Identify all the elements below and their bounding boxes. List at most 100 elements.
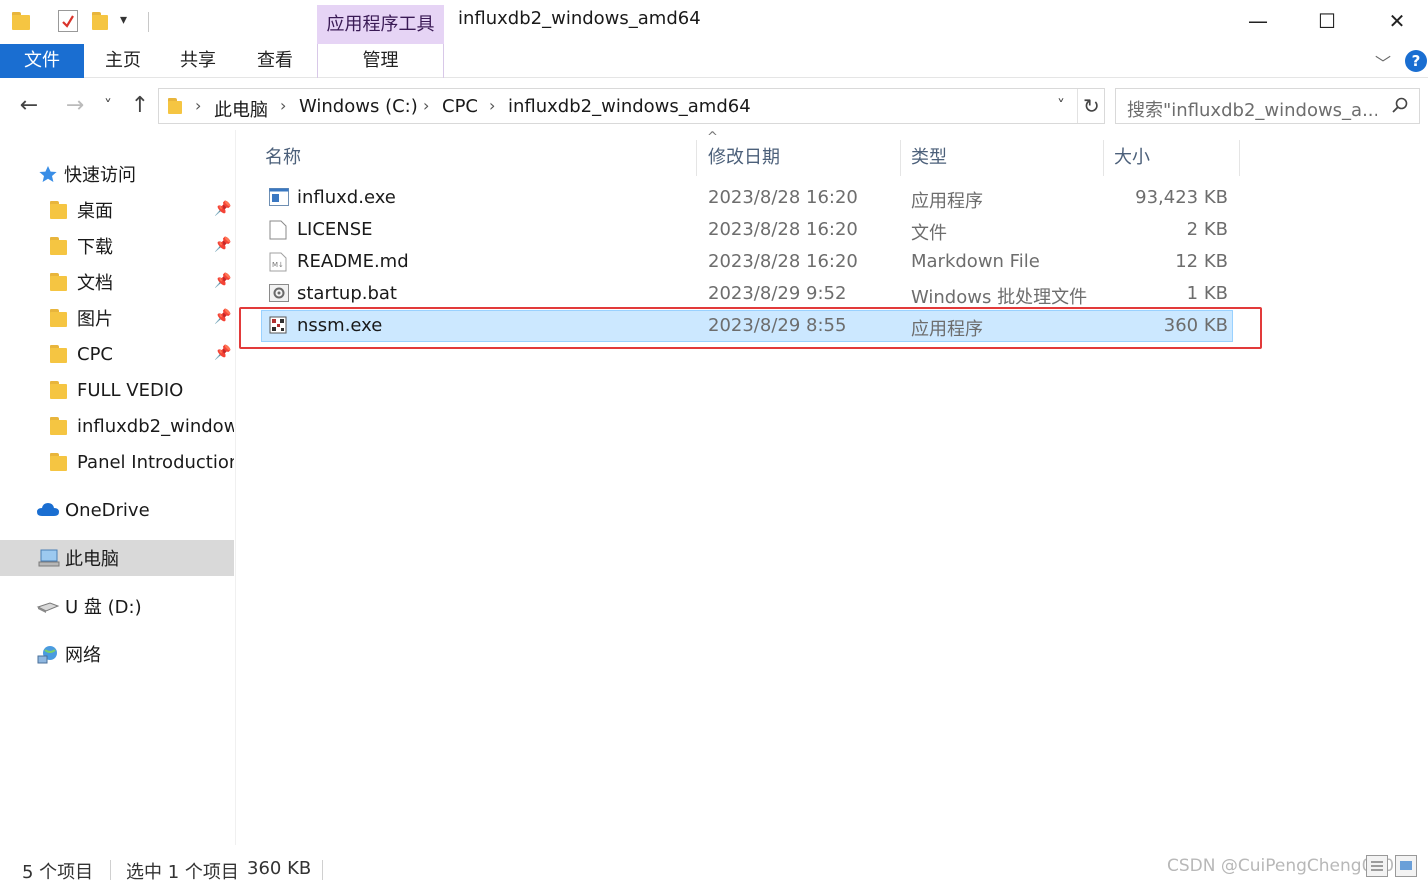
- forward-button[interactable]: →: [60, 90, 90, 120]
- sidebar-item-panel-introduction[interactable]: Panel Introduction: [0, 444, 234, 480]
- file-date: 2023/8/28 16:20: [708, 219, 858, 240]
- tab-file[interactable]: 文件: [0, 44, 84, 78]
- file-type: 应用程序: [911, 191, 983, 212]
- sidebar-item-label: Panel Introduction: [77, 451, 234, 473]
- sidebar-item-network[interactable]: 网络: [0, 636, 234, 672]
- sidebar-item-onedrive[interactable]: OneDrive: [0, 492, 234, 528]
- search-box[interactable]: 搜索"influxdb2_windows_a...: [1115, 88, 1420, 124]
- star-icon: [38, 165, 58, 183]
- network-icon: [36, 645, 60, 664]
- sidebar-item-usb-drive[interactable]: U 盘 (D:): [0, 588, 234, 624]
- sidebar-item-label: 此电脑: [65, 549, 119, 570]
- sidebar-item-documents[interactable]: 文档 📌: [0, 264, 234, 300]
- sidebar-item-label: 下载: [77, 237, 113, 258]
- column-header-type[interactable]: 类型: [901, 140, 1104, 176]
- recent-locations-button[interactable]: ˅: [98, 90, 118, 120]
- column-header-size[interactable]: 大小: [1104, 140, 1240, 176]
- sidebar-item-label: U 盘 (D:): [65, 597, 142, 618]
- sidebar-item-downloads[interactable]: 下载 📌: [0, 228, 234, 264]
- selected-count: 选中 1 个项目: [126, 862, 239, 883]
- breadcrumb-separator[interactable]: ›: [489, 96, 495, 115]
- file-size: 2 KB: [1186, 219, 1228, 240]
- file-row[interactable]: LICENSE 2023/8/28 16:20 文件 2 KB: [261, 214, 1233, 246]
- sidebar-item-label: 文档: [77, 273, 113, 294]
- navigation-pane: 快速访问 桌面 📌 下载 📌 文档 📌 图片 📌 CPC 📌 FULL VEDI…: [0, 130, 236, 845]
- sidebar-item-this-pc[interactable]: 此电脑: [0, 540, 234, 576]
- large-icons-view-icon[interactable]: [1395, 855, 1417, 877]
- folder-icon: [168, 98, 182, 114]
- selected-size: 360 KB: [247, 858, 312, 879]
- file-date: 2023/8/28 16:20: [708, 187, 858, 208]
- title-bar: ▾ 应用程序工具 influxdb2_windows_amd64 — ☐ ✕: [0, 0, 1428, 44]
- pin-icon[interactable]: 📌: [214, 201, 231, 217]
- sidebar-item-label: 图片: [77, 309, 113, 330]
- sidebar-item-label: influxdb2_windows_amd64: [77, 415, 234, 437]
- item-count: 5 个项目: [22, 862, 94, 883]
- sidebar-item-label: 网络: [65, 645, 101, 666]
- sidebar-item-desktop[interactable]: 桌面 📌: [0, 192, 234, 228]
- tab-home[interactable]: 主页: [88, 44, 158, 78]
- pin-icon[interactable]: 📌: [214, 309, 231, 325]
- tab-manage[interactable]: 管理: [317, 44, 444, 78]
- new-folder-icon[interactable]: [92, 12, 108, 30]
- pin-icon[interactable]: 📌: [214, 273, 231, 289]
- sidebar-item-pictures[interactable]: 图片 📌: [0, 300, 234, 336]
- tab-share[interactable]: 共享: [163, 44, 233, 78]
- address-bar[interactable]: › 此电脑 › Windows (C:) › CPC › influxdb2_w…: [158, 88, 1105, 124]
- file-name: influxd.exe: [297, 187, 396, 208]
- column-header-name[interactable]: 名称: [237, 140, 697, 176]
- file-row[interactable]: influxd.exe 2023/8/28 16:20 应用程序 93,423 …: [261, 182, 1233, 214]
- pin-icon[interactable]: 📌: [214, 345, 231, 361]
- expand-ribbon-icon[interactable]: ﹀: [1375, 50, 1391, 74]
- folder-icon: [50, 453, 67, 471]
- close-button[interactable]: ✕: [1362, 0, 1428, 42]
- file-type: Markdown File: [911, 251, 1040, 272]
- column-header-date[interactable]: 修改日期: [697, 140, 901, 176]
- tab-view[interactable]: 查看: [240, 44, 310, 78]
- sidebar-item-label: 快速访问: [64, 165, 136, 186]
- address-dropdown-icon[interactable]: ˅: [1057, 96, 1065, 115]
- sidebar-item-influxdb2[interactable]: influxdb2_windows_amd64: [0, 408, 234, 444]
- annotation-highlight-box: [239, 307, 1262, 349]
- maximize-button[interactable]: ☐: [1292, 0, 1362, 42]
- quick-access-divider: [148, 12, 149, 32]
- back-button[interactable]: ←: [14, 90, 44, 120]
- status-divider: [110, 860, 111, 880]
- refresh-icon[interactable]: ↻: [1083, 94, 1100, 118]
- folder-icon: [50, 417, 67, 435]
- file-name: startup.bat: [297, 283, 397, 304]
- navigation-bar: ← → ˅ ↑ › 此电脑 › Windows (C:) › CPC › inf…: [0, 86, 1428, 126]
- file-row[interactable]: startup.bat 2023/8/29 9:52 Windows 批处理文件…: [261, 278, 1233, 310]
- details-view-icon[interactable]: [1366, 855, 1388, 877]
- sidebar-item-cpc[interactable]: CPC 📌: [0, 336, 234, 372]
- breadcrumb-separator[interactable]: ›: [195, 96, 201, 115]
- minimize-button[interactable]: —: [1223, 0, 1293, 42]
- help-icon[interactable]: ?: [1405, 50, 1427, 72]
- breadcrumb-separator[interactable]: ›: [280, 96, 286, 115]
- file-type: 文件: [911, 223, 947, 244]
- pin-icon[interactable]: 📌: [214, 237, 231, 253]
- breadcrumb-current-folder[interactable]: influxdb2_windows_amd64: [508, 96, 751, 117]
- pictures-folder-icon: [50, 309, 67, 327]
- usb-drive-icon: [36, 597, 60, 615]
- sidebar-item-label: FULL VEDIO: [77, 379, 184, 401]
- folder-icon: [50, 381, 67, 399]
- search-icon[interactable]: [1391, 96, 1409, 119]
- sidebar-item-full-vedio[interactable]: FULL VEDIO: [0, 372, 234, 408]
- search-input[interactable]: 搜索"influxdb2_windows_a...: [1127, 96, 1377, 122]
- sidebar-item-quick-access[interactable]: 快速访问: [0, 156, 234, 192]
- customize-quick-access-icon[interactable]: ▾: [120, 12, 127, 28]
- address-divider: [1077, 89, 1078, 123]
- up-button[interactable]: ↑: [126, 90, 154, 120]
- computer-icon: [38, 549, 60, 567]
- documents-folder-icon: [50, 273, 67, 291]
- breadcrumb-this-pc[interactable]: 此电脑: [214, 96, 268, 122]
- file-row[interactable]: M↓ README.md 2023/8/28 16:20 Markdown Fi…: [261, 246, 1233, 278]
- ribbon-tab-bar: 文件 主页 共享 查看 管理 ﹀ ?: [0, 44, 1428, 78]
- breadcrumb-drive-c[interactable]: Windows (C:): [299, 96, 418, 117]
- file-size: 12 KB: [1175, 251, 1228, 272]
- breadcrumb-separator[interactable]: ›: [423, 96, 429, 115]
- breadcrumb-cpc[interactable]: CPC: [442, 96, 478, 117]
- folder-icon[interactable]: [12, 12, 30, 30]
- properties-icon[interactable]: [58, 10, 78, 32]
